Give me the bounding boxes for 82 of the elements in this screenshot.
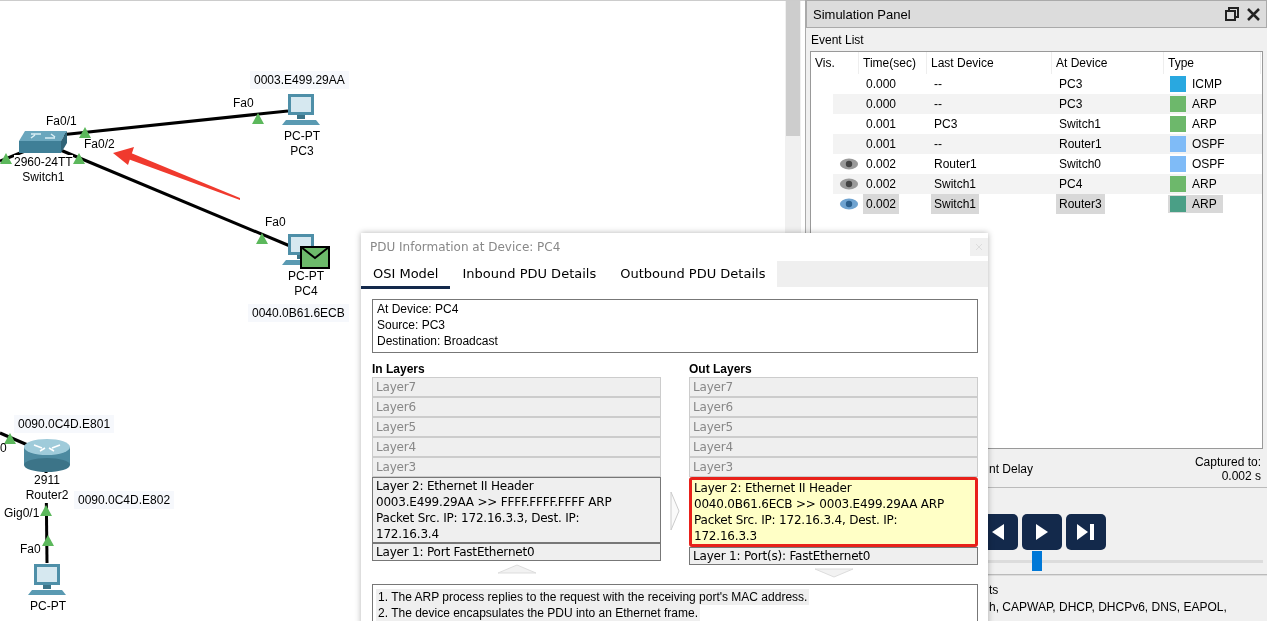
port-status-icon — [252, 113, 264, 124]
table-cell-text: 0.002 — [865, 156, 898, 173]
port-status-icon — [42, 535, 54, 546]
eye-icon[interactable] — [839, 197, 859, 211]
port-label: Fa0 — [265, 215, 286, 229]
column-heading: Out Layers — [689, 361, 753, 377]
table-cell-text: -- — [933, 76, 943, 93]
mac-address-label: 0090.0C4D.E801 — [14, 415, 115, 433]
table-cell-text: 0.001 — [865, 136, 898, 153]
table-cell: ARP — [1192, 97, 1217, 111]
table-cell-text: PC3 — [933, 116, 959, 133]
info-line: Destination: Broadcast — [377, 333, 499, 349]
computer-with-envelope-drawing[interactable] — [282, 233, 330, 269]
port-status-icon — [79, 127, 91, 138]
table-cell-text: Router1 — [933, 156, 978, 173]
switch-icon[interactable] — [17, 129, 70, 155]
port-label: Fa0 — [233, 96, 254, 110]
step-forward-button[interactable] — [1066, 514, 1106, 550]
table-cell-text: PC3 — [1058, 96, 1084, 113]
mac-address-label: 0003.E499.29AA — [250, 71, 349, 89]
port-label: Gig0/1 — [4, 506, 40, 520]
table-cell-text: Switch1 — [933, 176, 978, 193]
eye-icon[interactable] — [839, 177, 859, 191]
table-cell-text: -- — [933, 96, 943, 113]
play-button[interactable] — [1022, 514, 1062, 550]
table-cell-text: PC4 — [1058, 176, 1084, 193]
captured-label: Captured to: — [1194, 455, 1261, 469]
info-line: At Device: PC4 — [377, 301, 460, 317]
play-icon — [1034, 523, 1050, 541]
router-icon[interactable] — [22, 437, 72, 473]
device-model-label: 2911 — [34, 473, 60, 488]
captured-value: 0.002 s — [1221, 469, 1261, 483]
filters-label: ts — [989, 582, 1000, 599]
info-line: Source: PC3 — [377, 317, 447, 333]
table-cell: ICMP — [1192, 77, 1222, 91]
table-cell-text: PC3 — [1058, 76, 1084, 93]
device-name-label: Router2 — [25, 488, 69, 503]
table-cell-text: 0.000 — [865, 96, 898, 113]
port-status-icon — [40, 505, 52, 516]
back-icon — [990, 523, 1006, 541]
table-cell-text: Switch1 — [1058, 116, 1103, 133]
delay-label: nt Delay — [989, 462, 1034, 476]
port-status-icon — [256, 233, 268, 244]
slider-thumb[interactable] — [1031, 551, 1042, 571]
port-label: Fa0/2 — [84, 137, 115, 151]
column-heading: In Layers — [372, 361, 426, 377]
panel-title: Simulation Panel — [813, 6, 911, 22]
eye-icon[interactable] — [839, 157, 859, 171]
table-cell-text: 0.000 — [865, 76, 898, 93]
table-cell-text: -- — [933, 136, 943, 153]
table-cell-text: 0.002 — [865, 176, 898, 193]
filter-list: h, CAPWAP, DHCP, DHCPv6, DNS, EAPOL, — [989, 599, 1267, 616]
table-cell-text: 0.001 — [865, 116, 898, 133]
table-cell: 0.002 — [863, 194, 900, 214]
table-cell: ARP — [1192, 117, 1217, 131]
dialog-title: PDU Information at Device: PC4 — [370, 240, 561, 254]
layer-row[interactable]: Layer 1: Port FastEthernet0 — [372, 543, 661, 561]
table-cell: Router3 — [1056, 194, 1105, 214]
table-cell: OSPF — [1192, 137, 1225, 151]
layer-row[interactable]: Layer 2: Ethernet II Header 0040.0B61.6ECB >> 0003.E499.29AA ARP Packet Src. IP: 172.16.3.4, Dest. IP: 172.16.3.3 — [689, 477, 978, 547]
port-status-icon — [0, 153, 12, 164]
port-label: Fa0/1 — [46, 114, 77, 128]
layer-row[interactable]: Layer 2: Ethernet II Header 0003.E499.29AA >> FFFF.FFFF.FFFF ARP Packet Src. IP: 172.16.3.3, Dest. IP: 172.16.3.4 — [372, 477, 661, 543]
mac-address-label: 0090.0C4D.E802 — [74, 491, 175, 509]
table-cell-text: Switch0 — [1058, 156, 1103, 173]
table-cell-text: Router1 — [1058, 136, 1103, 153]
layer-row[interactable]: Layer 1: Port(s): FastEthernet0 — [689, 547, 978, 565]
port-label: 0 — [0, 441, 7, 455]
section-label: Event List — [810, 32, 865, 49]
tab[interactable]: OSI Model — [361, 261, 451, 289]
close-icon[interactable] — [1247, 7, 1260, 21]
table-cell: Switch1 — [931, 194, 980, 214]
table-cell: ARP — [1192, 197, 1217, 211]
port-label: Fa0 — [20, 542, 41, 556]
arrow-icon — [670, 491, 680, 531]
table-cell: OSPF — [1192, 157, 1225, 171]
port-status-icon — [73, 153, 85, 164]
restore-icon[interactable] — [1225, 7, 1239, 21]
mac-address-label: 0040.0B61.6ECB — [248, 304, 349, 322]
step-forward-icon — [1076, 523, 1096, 541]
port-status-icon — [4, 433, 16, 444]
table-cell: ARP — [1192, 177, 1217, 191]
